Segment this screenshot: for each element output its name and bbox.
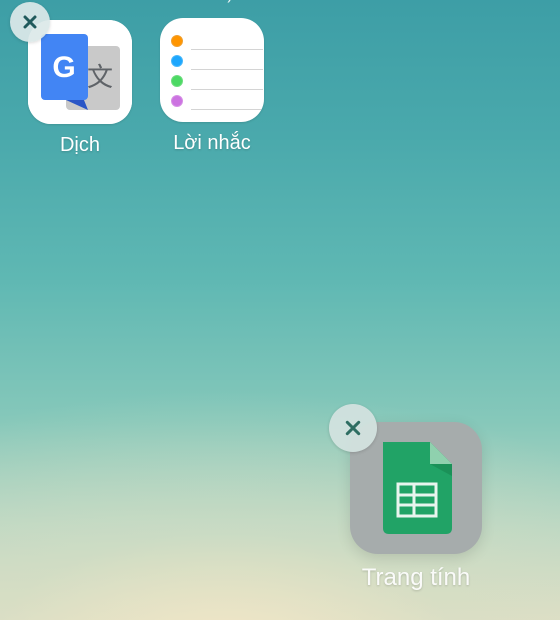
delete-app-button[interactable] <box>329 404 377 452</box>
purple-dot-icon <box>171 95 183 107</box>
close-icon <box>23 15 37 29</box>
status-bar: ) · · · · · · · · · · · · · · · · · · · … <box>0 0 560 6</box>
green-dot-icon <box>171 75 183 87</box>
reminder-row <box>171 90 263 110</box>
reminder-row <box>171 50 263 70</box>
reminders-icon[interactable] <box>160 18 264 122</box>
divider <box>191 109 263 110</box>
blue-dot-icon <box>171 55 183 67</box>
app-label: Dịch <box>59 134 100 156</box>
orange-dot-icon <box>171 35 183 47</box>
svg-text:文: 文 <box>87 63 113 93</box>
reminder-row <box>171 30 263 50</box>
svg-text:G: G <box>52 51 75 84</box>
delete-app-button[interactable] <box>10 2 50 42</box>
app-reminders[interactable]: Lời nhắc <box>160 18 264 154</box>
status-bar-text: ) · · · · · · · · · · · · · · · · · · · … <box>227 0 560 3</box>
app-translate[interactable]: G 文 Dịch <box>10 2 132 156</box>
app-label: Lời nhắc <box>173 132 251 154</box>
reminder-row <box>171 70 263 90</box>
close-icon <box>345 420 361 436</box>
app-sheets[interactable]: Trang tính <box>329 404 482 591</box>
app-label: Trang tính <box>361 564 471 591</box>
